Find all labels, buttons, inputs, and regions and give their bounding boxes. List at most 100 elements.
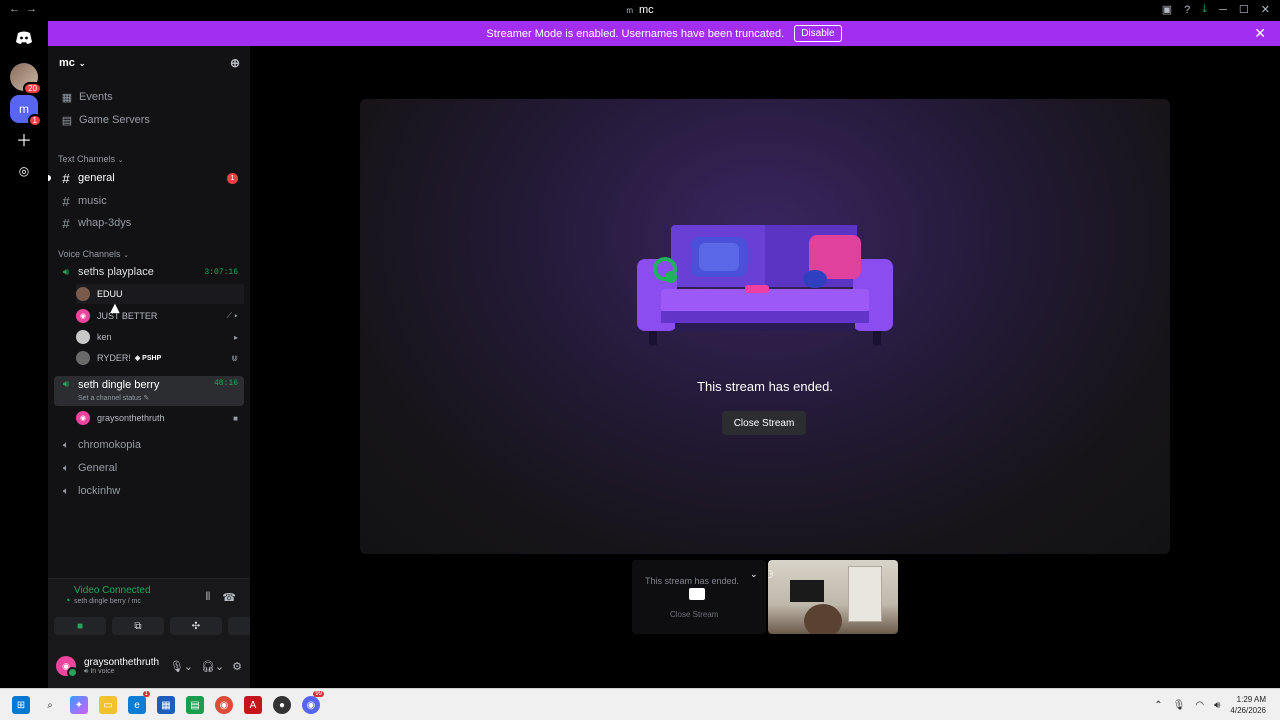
voice-channels-category[interactable]: Voice Channels ⌄ <box>58 249 129 259</box>
calendar-icon: ▦ <box>61 91 73 104</box>
camera-icon: ■ <box>76 620 84 632</box>
user-controls: 🎙︎⌄ 🎧︎⌄ ⚙ <box>170 660 242 673</box>
hash-icon: # <box>62 170 70 186</box>
discord-taskbar-icon[interactable]: ◉ 99 <box>302 691 324 714</box>
channel-status-text: Set a channel status <box>78 395 142 402</box>
camera-thumbnail[interactable]: ⚇ <box>768 560 898 634</box>
signal-icon: ◔ <box>64 595 71 607</box>
acrobat-icon[interactable]: A <box>244 696 262 714</box>
help-icon[interactable]: ? <box>1184 4 1190 16</box>
server-rail: 20 m 1 ＋ ◎ <box>0 21 48 688</box>
settings-gear-icon[interactable]: ⚙ <box>232 660 242 673</box>
voice-channel-seth-dingle-berry[interactable]: 🔊︎ seth dingle berry 48:16 Set a channel… <box>54 376 244 406</box>
muted-playstation-icon: ⟋ ▸ <box>226 311 238 320</box>
game-servers-item[interactable]: ▤ Game Servers <box>56 109 244 131</box>
clock-date: 4/26/2026 <box>1230 706 1266 715</box>
discord-home-icon[interactable] <box>10 24 38 52</box>
voice-channel-seths-playplace[interactable]: 🔊︎ seths playplace 3:07:16 <box>54 261 244 283</box>
channel-general[interactable]: # general 1 <box>54 167 244 189</box>
close-stream-button[interactable]: Close Stream <box>722 411 806 435</box>
store-icon[interactable]: ▦ <box>157 696 175 714</box>
chrome-icon[interactable]: ◉ <box>215 696 233 714</box>
stream-thumbnail[interactable]: This stream has ended. Close Stream ⌄ <box>632 560 766 634</box>
member-name: EDUU <box>97 289 123 299</box>
voice-member[interactable]: EDUU <box>76 284 244 304</box>
channel-music[interactable]: # music <box>54 190 244 212</box>
app-badge: 99 <box>313 691 324 697</box>
game-app-icon[interactable]: ● <box>273 696 291 714</box>
category-label: Voice Channels <box>58 249 121 259</box>
server-icon-1[interactable]: 20 <box>10 63 42 95</box>
minimize-icon[interactable]: ─ <box>1219 4 1227 16</box>
member-name: ken <box>97 332 112 342</box>
user-avatar[interactable]: ◉ <box>56 656 78 678</box>
add-server-icon[interactable]: ＋ <box>10 125 38 153</box>
clock[interactable]: 1:29 AM 4/26/2026 <box>1230 694 1266 716</box>
inbox-icon[interactable]: ▣ <box>1162 3 1172 16</box>
disconnect-icon[interactable]: ☎ <box>222 591 236 604</box>
share-screen-button[interactable]: ⧉ <box>112 617 164 635</box>
copilot-icon[interactable]: ✦ <box>70 696 88 714</box>
voice-channel-general[interactable]: 🔈︎ General <box>54 457 244 479</box>
chevron-down-icon[interactable]: ⌄ <box>750 569 758 580</box>
search-icon[interactable]: ⌕ <box>41 696 59 714</box>
mouse-cursor-icon: ▲ <box>107 300 123 317</box>
channel-status[interactable]: Set a channel status ✎ <box>78 394 149 402</box>
voice-channel-lockinhw[interactable]: 🔈︎ lockinhw <box>54 480 244 502</box>
stream-stage: This stream has ended. Close Stream <box>360 99 1170 554</box>
voice-member[interactable]: ◉ graysonthethruth ■ <box>76 408 244 428</box>
thumbnail-close-stream[interactable]: Close Stream <box>670 610 718 619</box>
text-channels-category[interactable]: Text Channels ⌄ <box>58 154 123 164</box>
channel-name: general <box>78 172 115 184</box>
microphone-icon[interactable]: 🎙︎ <box>1173 700 1186 711</box>
voice-channel-chromokopia[interactable]: 🔈︎ chromokopia <box>54 434 244 456</box>
file-explorer-icon[interactable]: ▭ <box>99 696 117 714</box>
user-panel: ◉ graysonthethruth 🔊︎ In voice 🎙︎⌄ 🎧︎⌄ ⚙ <box>56 649 246 683</box>
voice-member[interactable]: ken ▸ <box>76 327 244 347</box>
channel-whap-3dys[interactable]: # whap-3dys <box>54 212 244 234</box>
disable-streamer-mode-button[interactable]: Disable <box>794 25 842 42</box>
server-mention-badge: 20 <box>23 82 42 95</box>
server-icon-mc[interactable]: m 1 <box>10 95 42 127</box>
hash-icon: # <box>62 193 70 209</box>
taskbar-apps: ⊞ ⌕ ✦ ▭ e1 ▦ ▤ ◉ A ● ◉ 99 <box>12 691 324 714</box>
speaker-icon: 🔈︎ <box>63 485 69 497</box>
voice-member[interactable]: ◉ JUST BETTER ⟋ ▸ <box>76 306 244 326</box>
voice-member[interactable]: RYDER! ◈ PSHP ⋓ <box>76 348 244 368</box>
edge-icon[interactable]: e1 <box>128 691 150 714</box>
banner-close-icon[interactable]: ✕ <box>1254 25 1266 42</box>
download-icon[interactable]: ⤓ <box>1202 3 1207 16</box>
channel-name: whap-3dys <box>78 217 132 229</box>
person-shape <box>804 604 842 634</box>
voice-status[interactable]: ◔ Video Connected seth dingle berry / mc <box>64 585 151 607</box>
chevron-down-icon: ⌄ <box>123 252 129 259</box>
discover-icon[interactable]: ◎ <box>10 157 38 185</box>
camera-button[interactable]: ■ <box>54 617 106 635</box>
unread-badge: 1 <box>227 172 238 184</box>
microphone-icon[interactable]: 🎙︎⌄ <box>170 660 193 673</box>
headphones-icon[interactable]: 🎧︎⌄ <box>201 660 224 673</box>
voice-connection-panel: ◔ Video Connected seth dingle berry / mc… <box>48 578 280 688</box>
avatar <box>76 351 90 365</box>
user-info[interactable]: graysonthethruth 🔊︎ In voice <box>84 657 159 676</box>
activities-button[interactable]: ✣ <box>170 617 222 635</box>
hash-icon: # <box>62 215 70 231</box>
taskbar: ⊞ ⌕ ✦ ▭ e1 ▦ ▤ ◉ A ● ◉ 99 ⌃ 🎙︎ ◠ 🔊︎ 1:29 … <box>0 688 1280 720</box>
pencil-icon: ✎ <box>143 395 150 402</box>
noise-suppression-icon[interactable]: ⦀ <box>205 591 210 604</box>
invite-people-icon[interactable]: ⊕ <box>230 56 240 70</box>
channel-name: music <box>78 195 107 207</box>
maximize-icon[interactable]: ☐ <box>1239 3 1249 16</box>
windows-start-icon[interactable]: ⊞ <box>12 696 30 714</box>
volume-icon[interactable]: 🔊︎ <box>1214 700 1220 711</box>
add-person-icon[interactable]: ⚇ <box>768 568 784 584</box>
spreadsheet-icon[interactable]: ▤ <box>186 696 204 714</box>
window-title: m mc <box>626 4 654 16</box>
chevron-up-icon[interactable]: ⌃ <box>1154 700 1162 711</box>
server-header[interactable]: mc ⌄ ⊕ <box>48 46 250 80</box>
close-window-icon[interactable]: ✕ <box>1261 3 1270 16</box>
channel-name: General <box>78 462 118 474</box>
events-item[interactable]: ▦ Events <box>56 86 244 108</box>
headset-icon: ⋓ <box>231 353 238 363</box>
wifi-icon[interactable]: ◠ <box>1195 700 1204 711</box>
